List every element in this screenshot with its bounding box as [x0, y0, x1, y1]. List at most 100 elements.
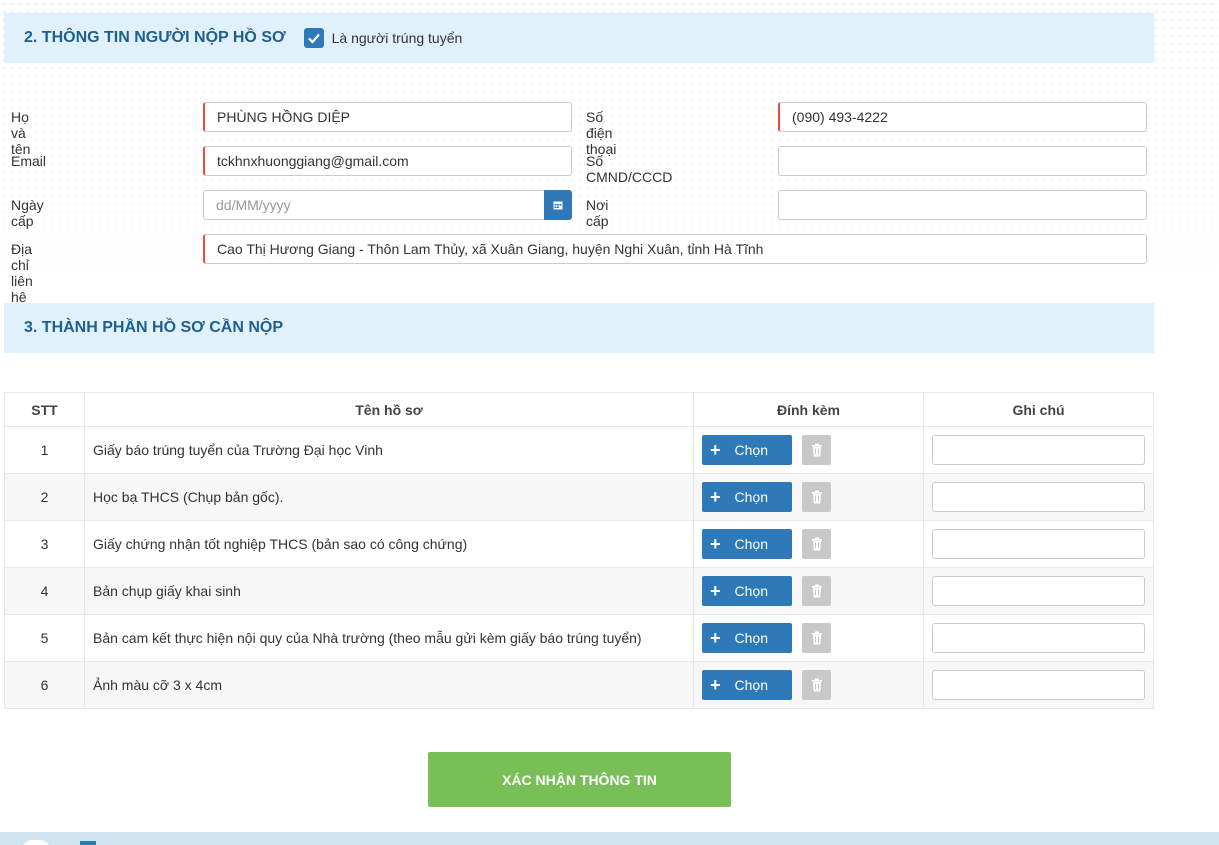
section-3-header: 3. THÀNH PHẦN HỒ SƠ CẦN NỘP: [4, 303, 1154, 353]
footer-accent: [80, 841, 96, 845]
phone-label: Số điện thoại: [586, 109, 617, 157]
full-name-value: PHÙNG HỒNG DIỆP: [217, 109, 351, 125]
winner-checkbox-label: Là người trúng tuyển: [331, 30, 463, 46]
section-2-title: 2. THÔNG TIN NGƯỜI NỘP HỒ SƠ: [24, 29, 286, 46]
note-input[interactable]: [932, 670, 1145, 700]
table-row: 3 Giấy chứng nhận tốt nghiệp THCS (bản sa…: [4, 520, 1154, 568]
row-document-name: Bản cam kết thực hiện nội quy của Nhà tr…: [84, 614, 694, 662]
row-stt: 2: [4, 473, 85, 521]
documents-table: STT Tên hồ sơ Đính kèm Ghi chú 1 Giấy báo…: [4, 392, 1154, 709]
phone-field[interactable]: (090) 493-4222: [778, 102, 1147, 132]
row-note: [923, 473, 1154, 521]
delete-file-button[interactable]: [802, 435, 831, 465]
choose-file-button[interactable]: + Chọn: [702, 576, 792, 606]
check-icon: [307, 33, 320, 44]
note-input[interactable]: [932, 623, 1145, 653]
row-note: [923, 661, 1154, 709]
plus-icon: +: [710, 581, 721, 601]
row-document-name: Ảnh màu cỡ 3 x 4cm: [84, 661, 694, 709]
delete-file-button[interactable]: [802, 670, 831, 700]
plus-icon: +: [710, 534, 721, 554]
choose-file-button[interactable]: + Chọn: [702, 623, 792, 653]
full-name-field[interactable]: PHÙNG HỒNG DIỆP: [203, 102, 572, 132]
email-value: tckhnxhuonggiang@gmail.com: [217, 153, 409, 169]
email-field[interactable]: tckhnxhuonggiang@gmail.com: [203, 146, 572, 176]
row-document-name: Giấy báo trúng tuyển của Trường Đại học …: [84, 426, 694, 474]
table-row: 6 Ảnh màu cỡ 3 x 4cm + Chọn: [4, 661, 1154, 709]
choose-file-button[interactable]: + Chọn: [702, 435, 792, 465]
note-input[interactable]: [932, 435, 1145, 465]
full-name-label: Họ và tên: [11, 109, 31, 157]
note-input[interactable]: [932, 482, 1145, 512]
address-value: Cao Thị Hương Giang - Thôn Lam Thủy, xã …: [217, 241, 764, 257]
trash-icon: [811, 443, 822, 457]
row-document-name: Giấy chứng nhận tốt nghiệp THCS (bản sao…: [84, 520, 694, 568]
delete-file-button[interactable]: [802, 529, 831, 559]
phone-value: (090) 493-4222: [792, 109, 888, 125]
row-stt: 6: [4, 661, 85, 709]
choose-label: Chọn: [734, 442, 768, 458]
table-row: 5 Bản cam kết thực hiện nội quy của Nhà t…: [4, 614, 1154, 662]
issue-date-placeholder: dd/MM/yyyy: [216, 197, 291, 213]
row-attachment: + Chọn: [693, 614, 924, 662]
note-input[interactable]: [932, 529, 1145, 559]
issue-date-field[interactable]: dd/MM/yyyy: [203, 190, 545, 220]
trash-icon: [811, 537, 822, 551]
issue-place-field[interactable]: [778, 190, 1147, 220]
row-document-name: Bản chụp giấy khai sinh: [84, 567, 694, 615]
address-field[interactable]: Cao Thị Hương Giang - Thôn Lam Thủy, xã …: [203, 234, 1147, 264]
row-attachment: + Chọn: [693, 473, 924, 521]
id-number-field[interactable]: [778, 146, 1147, 176]
issue-place-label: Nơi cấp: [586, 197, 609, 229]
col-attachment: Đính kèm: [693, 392, 924, 427]
col-stt: STT: [4, 392, 85, 427]
address-label: Địa chỉ liên hệ: [11, 241, 33, 305]
row-note: [923, 567, 1154, 615]
plus-icon: +: [710, 675, 721, 695]
row-stt: 4: [4, 567, 85, 615]
calendar-button[interactable]: [544, 190, 572, 220]
choose-label: Chọn: [734, 536, 768, 552]
id-number-label: Số CMND/CCCD: [586, 153, 673, 185]
row-document-name: Học bạ THCS (Chụp bản gốc).: [84, 473, 694, 521]
row-attachment: + Chọn: [693, 520, 924, 568]
note-input[interactable]: [932, 576, 1145, 606]
trash-icon: [811, 631, 822, 645]
delete-file-button[interactable]: [802, 623, 831, 653]
winner-checkbox[interactable]: [303, 28, 324, 48]
row-stt: 3: [4, 520, 85, 568]
plus-icon: +: [710, 628, 721, 648]
table-row: 4 Bản chụp giấy khai sinh + Chọn: [4, 567, 1154, 615]
choose-label: Chọn: [734, 489, 768, 505]
row-attachment: + Chọn: [693, 426, 924, 474]
row-stt: 5: [4, 614, 85, 662]
col-note: Ghi chú: [923, 392, 1154, 427]
email-label: Email: [11, 153, 47, 169]
row-attachment: + Chọn: [693, 661, 924, 709]
plus-icon: +: [710, 440, 721, 460]
delete-file-button[interactable]: [802, 576, 831, 606]
col-name: Tên hồ sơ: [84, 392, 694, 427]
confirm-button[interactable]: XÁC NHẬN THÔNG TIN: [428, 752, 731, 807]
row-stt: 1: [4, 426, 85, 474]
delete-file-button[interactable]: [802, 482, 831, 512]
choose-file-button[interactable]: + Chọn: [702, 529, 792, 559]
plus-icon: +: [710, 487, 721, 507]
section-3-title: 3. THÀNH PHẦN HỒ SƠ CẦN NỘP: [24, 319, 283, 336]
choose-file-button[interactable]: + Chọn: [702, 482, 792, 512]
row-note: [923, 520, 1154, 568]
choose-label: Chọn: [734, 677, 768, 693]
table-row: 1 Giấy báo trúng tuyển của Trường Đại học…: [4, 426, 1154, 474]
trash-icon: [811, 584, 822, 598]
table-header-row: STT Tên hồ sơ Đính kèm Ghi chú: [4, 392, 1154, 427]
row-attachment: + Chọn: [693, 567, 924, 615]
choose-file-button[interactable]: + Chọn: [702, 670, 792, 700]
choose-label: Chọn: [734, 630, 768, 646]
choose-label: Chọn: [734, 583, 768, 599]
section-2-header: 2. THÔNG TIN NGƯỜI NỘP HỒ SƠ Là người tr…: [4, 13, 1154, 63]
calendar-icon: [553, 201, 563, 210]
winner-checkbox-wrap[interactable]: Là người trúng tuyển: [303, 28, 463, 48]
row-note: [923, 426, 1154, 474]
issue-date-label: Ngày cấp: [11, 197, 44, 229]
footer-decoration: [22, 840, 50, 845]
